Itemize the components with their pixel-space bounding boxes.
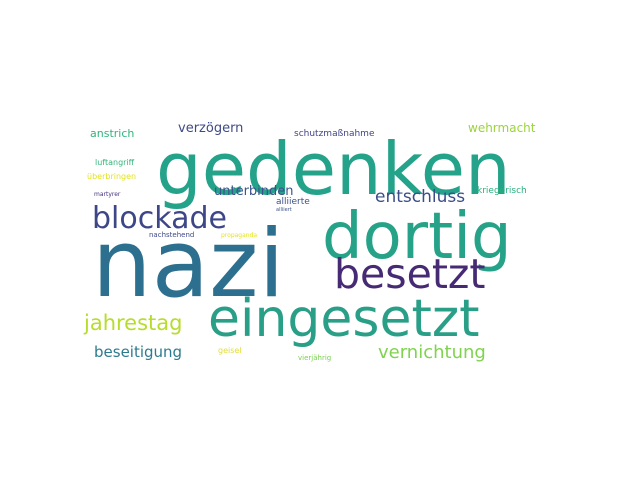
- word-verzogern: verzögern: [178, 121, 243, 136]
- word-eingesetzt: eingesetzt: [208, 289, 480, 349]
- word-uberbringen: überbringen: [87, 172, 136, 181]
- word-nachstehend: nachstehend: [149, 231, 194, 239]
- word-kriegerisch: kriegerisch: [477, 186, 527, 196]
- word-jahrestag: jahrestag: [83, 311, 182, 335]
- word-luftangriff: luftangriff: [95, 158, 135, 167]
- word-alliierte: alliierte: [276, 197, 310, 207]
- word-martyrer: martyrer: [94, 191, 121, 198]
- word-entschluss: entschluss: [375, 187, 465, 207]
- word-beseitigung: beseitigung: [94, 343, 182, 361]
- word-besetzt: besetzt: [334, 250, 486, 298]
- word-propaganda: propaganda: [221, 232, 257, 239]
- word-alliiert: alliiert: [276, 207, 292, 213]
- word-vierjahrig: vierjährig: [298, 354, 331, 362]
- word-anstrich: anstrich: [90, 127, 134, 140]
- word-cloud: nazi gedenken dortig eingesetzt besetzt …: [83, 121, 536, 363]
- word-wehrmacht: wehrmacht: [468, 121, 536, 135]
- word-schutzmassnahme: schutzmaßnahme: [294, 129, 375, 139]
- word-vernichtung: vernichtung: [378, 342, 486, 363]
- word-geisel: geisel: [218, 346, 242, 355]
